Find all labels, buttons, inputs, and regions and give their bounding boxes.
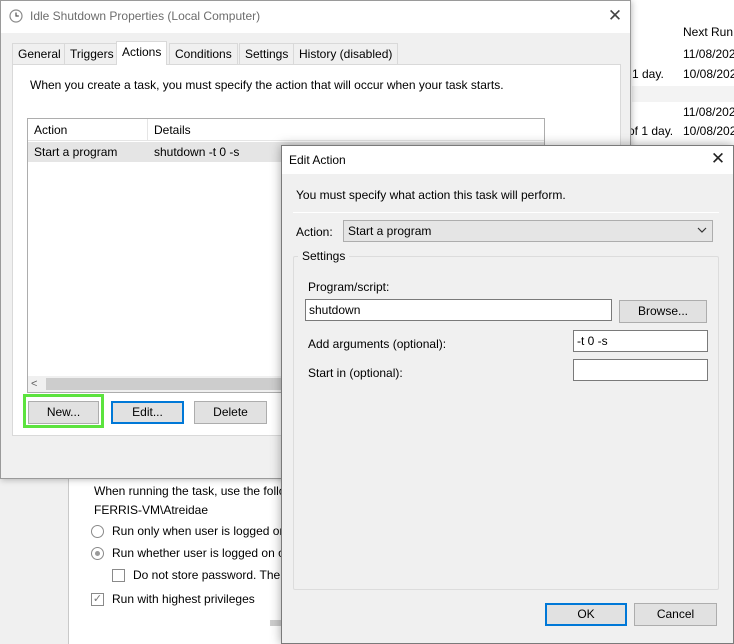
new-button-highlight — [23, 394, 104, 428]
properties-title: Idle Shutdown Properties (Local Computer… — [30, 9, 261, 23]
arguments-label: Add arguments (optional): — [308, 337, 447, 351]
run-whether-logged-on-radio[interactable] — [91, 547, 104, 560]
divider — [293, 212, 719, 213]
task-row-next-run[interactable]: 10/08/202 — [683, 124, 734, 138]
start-in-label: Start in (optional): — [308, 366, 403, 380]
tab-general[interactable]: General — [12, 43, 67, 64]
highest-privileges-checkbox[interactable]: ✓ — [91, 593, 104, 606]
task-row-trigger[interactable]: 1 day. — [632, 67, 664, 81]
scroll-left-arrow-icon[interactable]: < — [31, 376, 37, 392]
run-as-account: FERRIS-VM\Atreidae — [94, 503, 209, 517]
run-whether-logged-on-label[interactable]: Run whether user is logged on o — [112, 546, 285, 560]
action-select-value[interactable]: Start a program — [348, 224, 431, 238]
close-icon[interactable]: ✕ — [706, 148, 730, 170]
row-details-cell[interactable]: shutdown -t 0 -s — [154, 145, 239, 159]
column-header-details[interactable]: Details — [154, 123, 191, 137]
task-scheduler-left-pane — [0, 478, 70, 644]
edit-action-description: You must specify what action this task w… — [296, 188, 566, 202]
start-in-input[interactable] — [573, 359, 708, 381]
column-divider[interactable] — [147, 119, 148, 141]
action-label: Action: — [296, 225, 333, 239]
task-row-next-run[interactable]: 11/08/202 — [683, 47, 734, 61]
clock-icon — [9, 9, 23, 23]
run-logged-on-radio[interactable] — [91, 525, 104, 538]
column-header-action[interactable]: Action — [34, 123, 67, 137]
tab-actions[interactable]: Actions — [116, 41, 168, 65]
program-script-input[interactable]: shutdown — [305, 299, 612, 321]
delete-button[interactable]: Delete — [194, 401, 267, 424]
run-logged-on-label[interactable]: Run only when user is logged or — [112, 524, 283, 538]
actions-description: When you create a task, you must specify… — [30, 78, 504, 92]
scrollbar-thumb[interactable] — [46, 378, 286, 390]
run-as-label: When running the task, use the follo — [94, 484, 286, 498]
task-row-trigger[interactable]: of 1 day. — [628, 124, 673, 138]
cancel-button[interactable]: Cancel — [634, 603, 717, 626]
ok-button[interactable]: OK — [545, 603, 627, 626]
task-row-spacer — [632, 86, 734, 102]
edit-action-title-bar[interactable] — [282, 146, 733, 174]
browse-button[interactable]: Browse... — [619, 300, 707, 323]
highest-privileges-label[interactable]: Run with highest privileges — [112, 592, 255, 606]
program-script-label: Program/script: — [308, 280, 390, 294]
next-run-column-header[interactable]: Next Run — [683, 25, 733, 39]
actions-list-header — [28, 119, 544, 141]
tab-triggers[interactable]: Triggers — [64, 43, 120, 64]
edit-button[interactable]: Edit... — [111, 401, 184, 424]
close-icon[interactable]: ✕ — [603, 5, 627, 27]
row-action-cell[interactable]: Start a program — [34, 145, 117, 159]
edit-action-title: Edit Action — [289, 153, 346, 167]
task-row-next-run[interactable]: 11/08/202 — [683, 105, 734, 119]
do-not-store-password-checkbox[interactable] — [112, 569, 125, 582]
tab-history[interactable]: History (disabled) — [293, 43, 399, 64]
do-not-store-password-label[interactable]: Do not store password. The — [133, 568, 280, 582]
task-row-next-run[interactable]: 10/08/202 — [683, 67, 734, 81]
settings-group-label: Settings — [298, 249, 350, 263]
tab-conditions[interactable]: Conditions — [169, 43, 238, 64]
arguments-input[interactable]: -t 0 -s — [573, 330, 708, 352]
chevron-down-icon[interactable] — [695, 223, 709, 237]
tab-settings[interactable]: Settings — [239, 43, 295, 64]
